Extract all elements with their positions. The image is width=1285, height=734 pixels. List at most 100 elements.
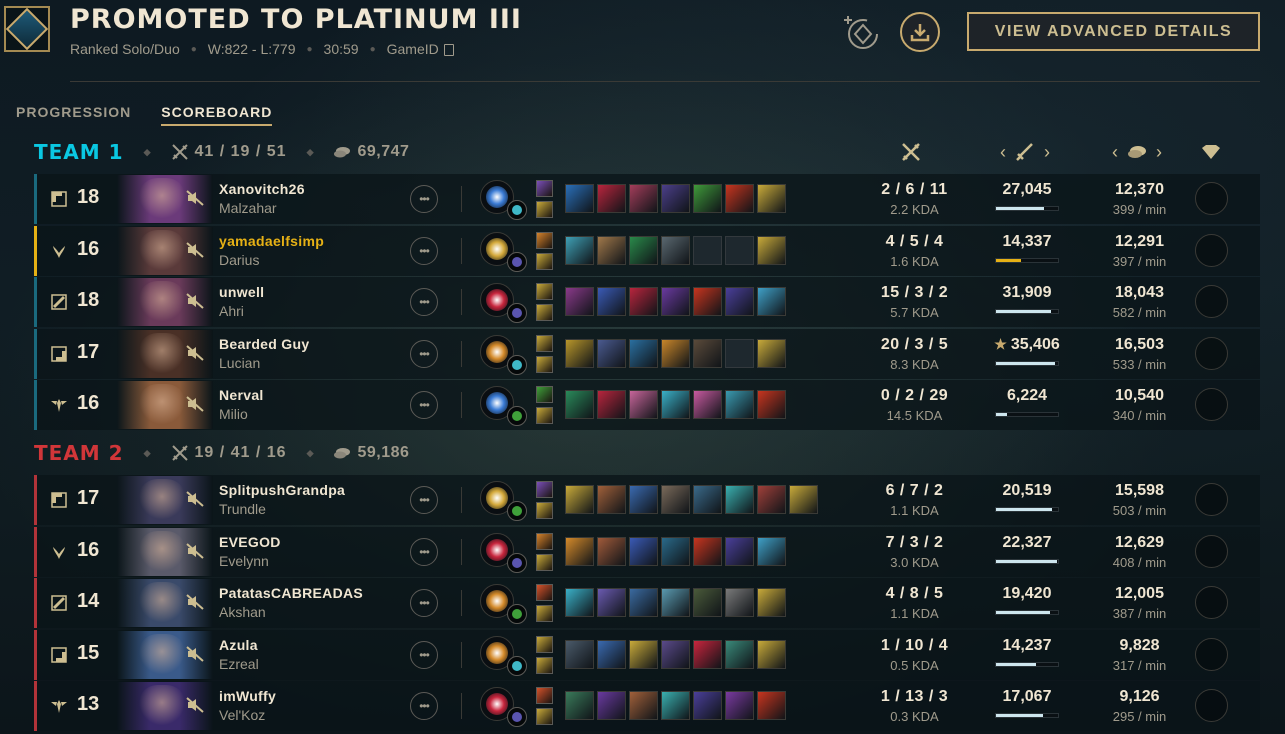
secondary-rune-icon[interactable] xyxy=(507,604,527,624)
item-icon[interactable] xyxy=(757,691,786,720)
item-icon[interactable] xyxy=(629,235,658,265)
item-icon[interactable] xyxy=(693,390,722,419)
summoner-name[interactable]: Bearded Guy xyxy=(219,336,309,352)
honor-button[interactable] xyxy=(842,12,882,52)
honor-player-button[interactable] xyxy=(1195,388,1228,421)
item-icon[interactable] xyxy=(661,338,690,368)
chevron-right-icon[interactable]: › xyxy=(1156,142,1162,163)
item-icon[interactable] xyxy=(661,235,690,265)
item-icon[interactable] xyxy=(629,536,658,566)
item-icon[interactable] xyxy=(757,287,786,316)
item-icon[interactable] xyxy=(757,390,786,419)
summoner-spell-icon[interactable] xyxy=(536,708,553,725)
summoner-spell-icon[interactable] xyxy=(536,481,553,498)
summoner-spell-icon[interactable] xyxy=(536,304,553,321)
item-icon[interactable] xyxy=(565,536,594,566)
summoner-name[interactable]: Nerval xyxy=(219,387,264,403)
item-icon[interactable] xyxy=(597,235,626,265)
item-icon[interactable] xyxy=(597,485,626,514)
summoner-spell-icon[interactable] xyxy=(536,532,553,550)
secondary-rune-icon[interactable] xyxy=(507,655,527,676)
item-icon[interactable] xyxy=(693,485,722,514)
item-icon[interactable] xyxy=(725,588,754,617)
item-icon[interactable] xyxy=(629,184,658,213)
honor-player-button[interactable] xyxy=(1195,182,1228,215)
summoner-name[interactable]: SplitpushGrandpa xyxy=(219,482,345,498)
summoner-spell-icon[interactable] xyxy=(536,605,553,622)
item-icon[interactable] xyxy=(661,588,690,617)
summoner-name[interactable]: yamadaelfsimp xyxy=(219,233,324,249)
summoner-spell-icon[interactable] xyxy=(536,687,553,704)
summoner-spell-icon[interactable] xyxy=(536,386,553,403)
more-options-icon[interactable]: ••• xyxy=(410,339,438,368)
player-row[interactable]: 16 Nerval Milio ••• 0 / 2 / 29 14.5 KDA … xyxy=(34,380,1260,430)
mute-icon[interactable] xyxy=(186,645,204,662)
mute-icon[interactable] xyxy=(186,542,204,559)
copy-icon[interactable] xyxy=(443,44,454,56)
item-icon[interactable] xyxy=(757,639,786,669)
summoner-name[interactable]: Xanovitch26 xyxy=(219,181,305,197)
item-icon[interactable] xyxy=(757,588,786,617)
secondary-rune-icon[interactable] xyxy=(507,251,527,272)
item-icon[interactable] xyxy=(661,485,690,514)
item-icon[interactable] xyxy=(565,338,594,368)
gold-column-sort[interactable]: ‹ › xyxy=(1102,140,1172,164)
honor-player-button[interactable] xyxy=(1195,637,1228,671)
player-row[interactable]: 17 Bearded Guy Lucian ••• 20 / 3 / 5 8.3… xyxy=(34,328,1260,379)
honor-player-button[interactable] xyxy=(1195,483,1228,516)
more-options-icon[interactable]: ••• xyxy=(410,692,438,720)
item-icon[interactable] xyxy=(661,184,690,213)
item-icon[interactable] xyxy=(693,639,722,669)
item-icon[interactable] xyxy=(565,639,594,669)
player-row[interactable]: 16 yamadaelfsimp Darius ••• 4 / 5 / 4 1.… xyxy=(34,225,1260,276)
secondary-rune-icon[interactable] xyxy=(507,406,527,426)
item-icon[interactable] xyxy=(629,338,658,368)
item-icon[interactable] xyxy=(565,235,594,265)
summoner-spell-icon[interactable] xyxy=(536,635,553,653)
summoner-spell-icon[interactable] xyxy=(536,252,553,270)
chevron-left-icon[interactable]: ‹ xyxy=(1000,142,1006,163)
item-icon[interactable] xyxy=(725,536,754,566)
mute-icon[interactable] xyxy=(186,491,204,507)
item-icon[interactable] xyxy=(629,588,658,617)
item-icon[interactable] xyxy=(597,588,626,617)
item-icon[interactable] xyxy=(757,338,786,368)
honor-player-button[interactable] xyxy=(1195,534,1228,568)
chevron-right-icon[interactable]: › xyxy=(1044,142,1050,163)
more-options-icon[interactable]: ••• xyxy=(410,288,438,316)
item-icon[interactable] xyxy=(757,485,786,514)
summoner-spell-icon[interactable] xyxy=(536,201,553,218)
mute-icon[interactable] xyxy=(186,344,204,361)
summoner-name[interactable]: EVEGOD xyxy=(219,534,281,550)
summoner-spell-icon[interactable] xyxy=(536,334,553,352)
item-icon[interactable] xyxy=(693,536,722,566)
honor-player-button[interactable] xyxy=(1195,336,1228,370)
more-options-icon[interactable]: ••• xyxy=(410,537,438,566)
player-row[interactable]: 18 Xanovitch26 Malzahar ••• 2 / 6 / 11 2… xyxy=(34,174,1260,224)
honor-player-button[interactable] xyxy=(1195,586,1228,619)
summoner-spell-icon[interactable] xyxy=(536,656,553,674)
item-icon[interactable] xyxy=(661,691,690,720)
item-icon[interactable] xyxy=(725,691,754,720)
item-icon[interactable] xyxy=(597,390,626,419)
item-icon[interactable] xyxy=(757,536,786,566)
mute-icon[interactable] xyxy=(186,241,204,258)
item-icon[interactable] xyxy=(661,287,690,316)
item-icon[interactable] xyxy=(629,691,658,720)
summoner-spell-icon[interactable] xyxy=(536,355,553,373)
more-options-icon[interactable]: ••• xyxy=(410,236,438,265)
item-icon[interactable] xyxy=(725,184,754,213)
summoner-name[interactable]: unwell xyxy=(219,284,264,300)
item-icon[interactable] xyxy=(789,485,818,514)
summoner-spell-icon[interactable] xyxy=(536,407,553,424)
item-icon[interactable] xyxy=(693,691,722,720)
item-icon[interactable] xyxy=(629,287,658,316)
more-options-icon[interactable]: ••• xyxy=(410,391,438,419)
player-row[interactable]: 14 PatatasCABREADAS Akshan ••• 4 / 8 / 5… xyxy=(34,578,1260,628)
mute-icon[interactable] xyxy=(186,594,204,610)
item-icon[interactable] xyxy=(597,338,626,368)
honor-player-button[interactable] xyxy=(1195,689,1228,722)
secondary-rune-icon[interactable] xyxy=(507,200,527,220)
honor-player-button[interactable] xyxy=(1195,233,1228,267)
item-icon[interactable] xyxy=(597,184,626,213)
